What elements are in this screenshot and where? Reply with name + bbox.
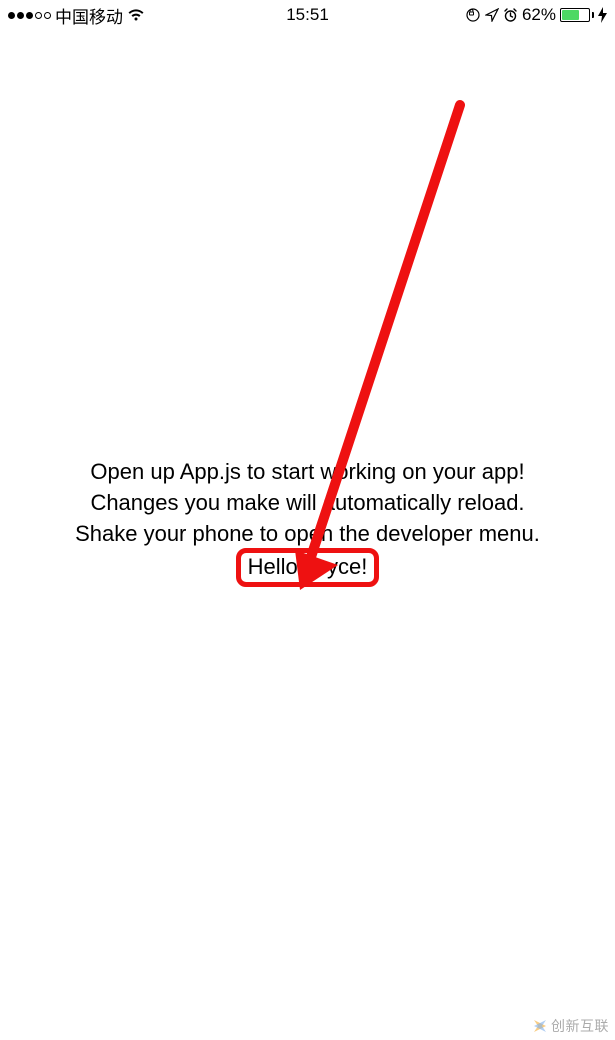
watermark: 创新互联 [531,1016,609,1036]
instruction-line-3: Shake your phone to open the developer m… [75,519,540,550]
app-content: Open up App.js to start working on your … [0,0,615,1040]
instruction-line-2: Changes you make will automatically relo… [90,488,524,519]
watermark-icon [531,1017,549,1035]
hello-container: Hello Joyce! [238,552,378,583]
hello-text: Hello Joyce! [238,552,378,583]
watermark-text: 创新互联 [551,1016,609,1036]
instruction-line-1: Open up App.js to start working on your … [90,457,524,488]
